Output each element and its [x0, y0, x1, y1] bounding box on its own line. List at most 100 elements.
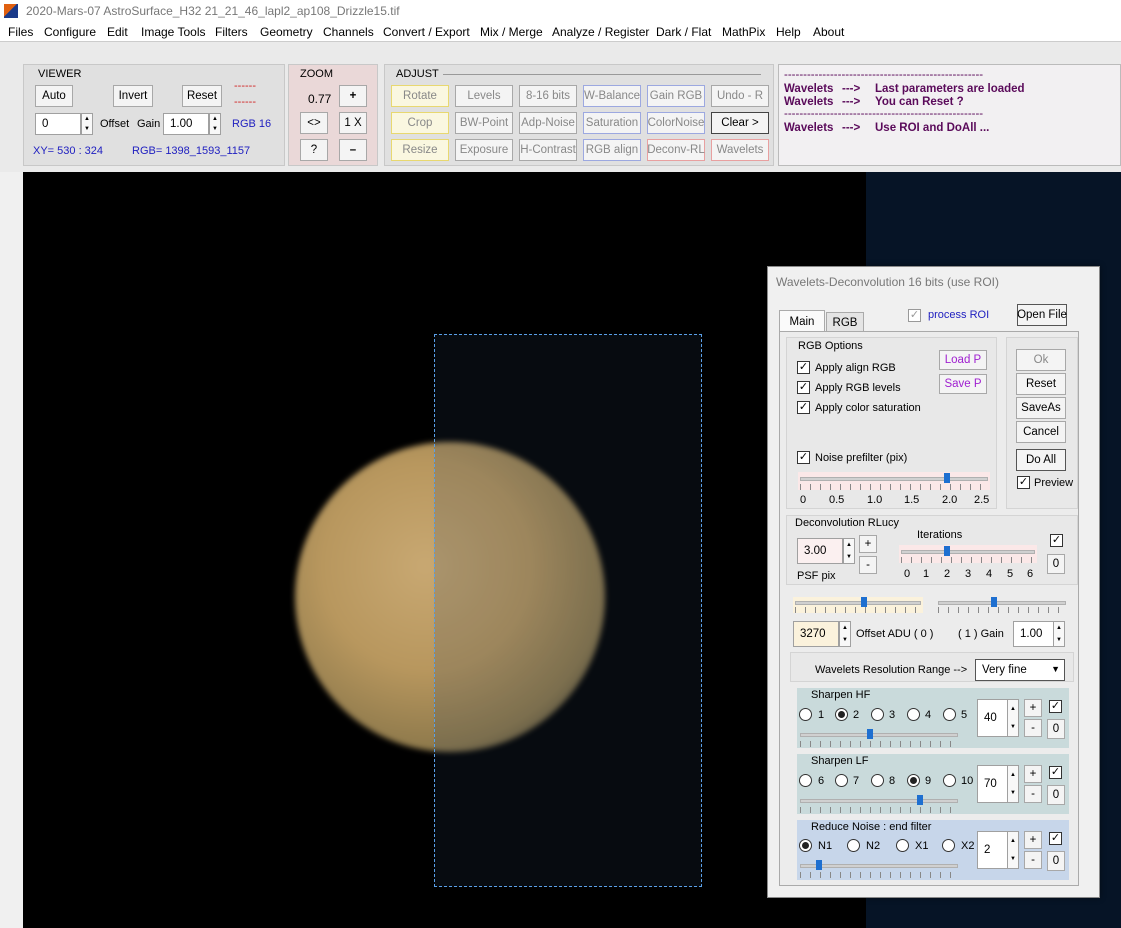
menu-image-tools[interactable]: Image Tools	[141, 25, 205, 39]
hf-slider[interactable]	[800, 729, 960, 747]
lf-value-input[interactable]: 70	[977, 765, 1011, 803]
apply-sat-checkbox[interactable]: ✓	[797, 401, 810, 414]
menu-about[interactable]: About	[813, 25, 844, 39]
noise-prefilter-thumb[interactable]	[944, 473, 950, 483]
offset-spinner[interactable]: ▲ ▼	[81, 113, 93, 135]
clear-button[interactable]: Clear >	[711, 112, 769, 134]
noise-prefilter-slider[interactable]	[798, 472, 990, 490]
hf-value-input[interactable]: 40	[977, 699, 1011, 737]
gain-thumb[interactable]	[991, 597, 997, 607]
hf-radio-5[interactable]	[943, 708, 956, 721]
nr-thumb[interactable]	[816, 860, 822, 870]
deconv-enable-checkbox[interactable]: ✓	[1050, 534, 1063, 547]
iterations-slider[interactable]	[899, 545, 1037, 563]
gain-slider[interactable]	[936, 597, 1068, 613]
menu-mix-merge[interactable]: Mix / Merge	[480, 25, 543, 39]
apply-levels-checkbox[interactable]: ✓	[797, 381, 810, 394]
process-roi-checkbox[interactable]: ✓	[908, 309, 921, 322]
gain-rgb-button[interactable]: Gain RGB	[647, 85, 705, 107]
gain-input[interactable]: 1.00	[163, 113, 209, 135]
undo-button[interactable]: Undo - R	[711, 85, 769, 107]
ok-button[interactable]: Ok	[1016, 349, 1066, 371]
dialog-gain-spinner[interactable]: ▲ ▼	[1053, 621, 1065, 647]
adp-noise-button[interactable]: Adp-Noise	[519, 112, 577, 134]
noise-prefilter-checkbox[interactable]: ✓	[797, 451, 810, 464]
nr-enable-checkbox[interactable]: ✓	[1049, 832, 1062, 845]
lf-plus-button[interactable]: +	[1024, 765, 1042, 783]
zoom-in-button[interactable]: +	[339, 85, 367, 107]
menu-convert-export[interactable]: Convert / Export	[383, 25, 470, 39]
menu-dark-flat[interactable]: Dark / Flat	[656, 25, 711, 39]
psf-plus-button[interactable]: +	[859, 535, 877, 553]
cancel-button[interactable]: Cancel	[1016, 421, 1066, 443]
hf-zero-button[interactable]: 0	[1047, 719, 1065, 739]
lf-radio-6[interactable]	[799, 774, 812, 787]
lf-thumb[interactable]	[917, 795, 923, 805]
lf-enable-checkbox[interactable]: ✓	[1049, 766, 1062, 779]
gain-spinner[interactable]: ▲ ▼	[209, 113, 221, 135]
lf-radio-8[interactable]	[871, 774, 884, 787]
h-contrast-button[interactable]: H-Contrast	[519, 139, 577, 161]
nr-slider[interactable]	[800, 860, 960, 878]
menu-files[interactable]: Files	[8, 25, 33, 39]
menu-edit[interactable]: Edit	[107, 25, 128, 39]
offset-input[interactable]: 0	[35, 113, 81, 135]
saturation-button[interactable]: Saturation	[583, 112, 641, 134]
zoom-fit-button[interactable]: <>	[300, 112, 328, 134]
nr-radio-x2[interactable]	[942, 839, 955, 852]
invert-button[interactable]: Invert	[113, 85, 153, 107]
menu-configure[interactable]: Configure	[44, 25, 96, 39]
hf-radio-4[interactable]	[907, 708, 920, 721]
nr-minus-button[interactable]: -	[1024, 851, 1042, 869]
roi-selection[interactable]	[434, 334, 702, 887]
offset-adu-input[interactable]: 3270	[793, 621, 839, 647]
colornoise-button[interactable]: ColorNoise	[647, 112, 705, 134]
lf-zero-button[interactable]: 0	[1047, 785, 1065, 805]
save-params-button[interactable]: Save P	[939, 374, 987, 394]
hf-minus-button[interactable]: -	[1024, 719, 1042, 737]
menu-geometry[interactable]: Geometry	[260, 25, 313, 39]
nr-radio-x1[interactable]	[896, 839, 909, 852]
bw-point-button[interactable]: BW-Point	[455, 112, 513, 134]
lf-spinner[interactable]: ▲ ▼	[1007, 765, 1019, 803]
nr-radio-n1[interactable]	[799, 839, 812, 852]
deconv-zero-button[interactable]: 0	[1047, 554, 1065, 574]
hf-radio-1[interactable]	[799, 708, 812, 721]
auto-button[interactable]: Auto	[35, 85, 73, 107]
tab-main[interactable]: Main	[779, 310, 825, 332]
exposure-button[interactable]: Exposure	[455, 139, 513, 161]
lf-radio-9[interactable]	[907, 774, 920, 787]
wavelets-button[interactable]: Wavelets	[711, 139, 769, 161]
reset-view-button[interactable]: Reset	[182, 85, 222, 107]
psf-minus-button[interactable]: -	[859, 556, 877, 574]
offset-adu-spinner[interactable]: ▲ ▼	[839, 621, 851, 647]
offset-adu-slider[interactable]	[793, 597, 923, 613]
apply-align-checkbox[interactable]: ✓	[797, 361, 810, 374]
resize-button[interactable]: Resize	[391, 139, 449, 161]
nr-spinner[interactable]: ▲ ▼	[1007, 831, 1019, 869]
lf-radio-7[interactable]	[835, 774, 848, 787]
menu-analyze-register[interactable]: Analyze / Register	[552, 25, 649, 39]
open-file-button[interactable]: Open File	[1017, 304, 1067, 326]
nr-plus-button[interactable]: +	[1024, 831, 1042, 849]
doall-button[interactable]: Do All	[1016, 449, 1066, 471]
hf-enable-checkbox[interactable]: ✓	[1049, 700, 1062, 713]
hf-radio-3[interactable]	[871, 708, 884, 721]
8-16-bits-button[interactable]: 8-16 bits	[519, 85, 577, 107]
hf-radio-2[interactable]	[835, 708, 848, 721]
psf-spinner[interactable]: ▲ ▼	[843, 538, 855, 564]
nr-radio-n2[interactable]	[847, 839, 860, 852]
reset-button[interactable]: Reset	[1016, 373, 1066, 395]
load-params-button[interactable]: Load P	[939, 350, 987, 370]
deconv-rl-button[interactable]: Deconv-RL	[647, 139, 705, 161]
levels-button[interactable]: Levels	[455, 85, 513, 107]
hf-plus-button[interactable]: +	[1024, 699, 1042, 717]
range-select[interactable]: Very fine ▼	[975, 659, 1065, 681]
zoom-1x-button[interactable]: 1 X	[339, 112, 367, 134]
menu-filters[interactable]: Filters	[215, 25, 248, 39]
menu-mathpix[interactable]: MathPix	[722, 25, 765, 39]
psf-input[interactable]: 3.00	[797, 538, 843, 564]
zoom-out-button[interactable]: –	[339, 139, 367, 161]
offset-adu-thumb[interactable]	[861, 597, 867, 607]
nr-value-input[interactable]: 2	[977, 831, 1011, 869]
